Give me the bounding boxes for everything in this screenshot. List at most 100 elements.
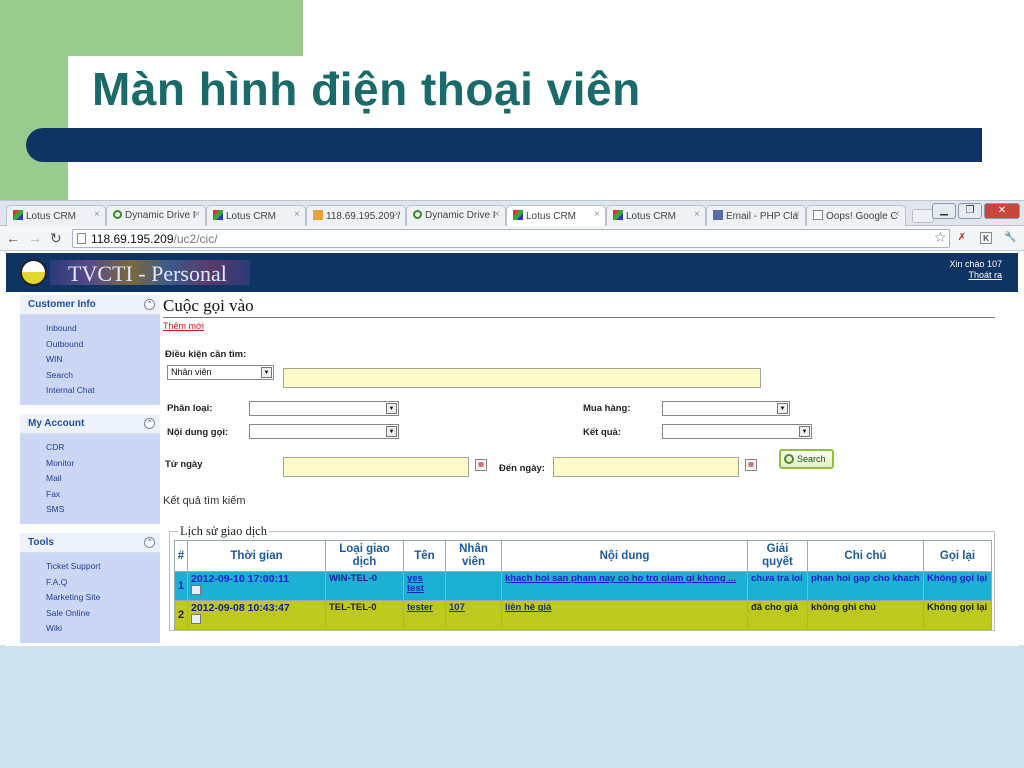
collapse-icon[interactable]: ⌃ — [144, 537, 155, 548]
sidebar-item-faq[interactable]: F.A.Q — [46, 575, 160, 591]
sidebar-item-marketing-site[interactable]: Marketing Site — [46, 590, 160, 606]
row-staff-link[interactable]: 107 — [449, 602, 465, 613]
sidebar-menu: Ticket Support F.A.Q Marketing Site Sale… — [20, 553, 160, 643]
sidebar-header-tools[interactable]: Tools ⌃ — [20, 533, 160, 553]
result-select[interactable]: ▼ — [662, 424, 812, 439]
browser-tab-4[interactable]: 118.69.195.209 /× — [306, 205, 406, 226]
browser-tab-5[interactable]: Dynamic Drive I × — [406, 205, 506, 226]
row-name-link[interactable]: yes test — [407, 573, 424, 594]
title-divider — [163, 317, 995, 318]
sidebar-item-win[interactable]: WIN — [46, 352, 160, 368]
browser-tab-9[interactable]: Oops! Google C × — [806, 205, 906, 226]
collapse-icon[interactable]: ⌃ — [144, 418, 155, 429]
tab-label: Lotus CRM — [26, 211, 77, 222]
slide-deco-green-left — [0, 0, 68, 200]
purchase-select[interactable]: ▼ — [662, 401, 790, 416]
close-icon[interactable]: × — [294, 209, 300, 220]
browser-tab-1[interactable]: Lotus CRM × — [6, 205, 106, 226]
slide-bottom-band — [0, 645, 1024, 768]
back-icon[interactable]: ← — [6, 230, 20, 246]
sidebar-header-customer-info[interactable]: Customer Info ⌃ — [20, 295, 160, 315]
search-keyword-input[interactable] — [283, 368, 761, 388]
from-date-input[interactable] — [283, 457, 469, 477]
category-select[interactable]: ▼ — [249, 401, 399, 416]
sidebar-menu: CDR Monitor Mail Fax SMS — [20, 434, 160, 524]
table-row[interactable]: 1 2012-09-10 17:00:11 WIN-TEL-0 yes test… — [174, 571, 992, 601]
close-icon[interactable]: × — [894, 209, 900, 220]
row-time: 2012-09-08 10:43:47 — [191, 602, 290, 614]
browser-tab-6-active[interactable]: Lotus CRM × — [506, 205, 606, 227]
sidebar-item-search[interactable]: Search — [46, 368, 160, 384]
php-icon — [713, 210, 723, 220]
sidebar-item-cdr[interactable]: CDR — [46, 440, 160, 456]
sidebar-header-my-account[interactable]: My Account ⌃ — [20, 414, 160, 434]
extension-icon-2[interactable]: K — [980, 232, 992, 244]
sidebar-item-mail[interactable]: Mail — [46, 471, 160, 487]
logout-link[interactable]: Thoát ra — [949, 270, 1002, 281]
lotus-icon — [613, 210, 623, 220]
table-row[interactable]: 2 2012-09-08 10:43:47 TEL-TEL-0 tester 1… — [174, 600, 992, 630]
history-table: # Thời gian Loại giao dịch Tên Nhân viên… — [174, 540, 992, 630]
sidebar-section-my-account: My Account ⌃ CDR Monitor Mail Fax SMS — [20, 414, 160, 524]
call-content-select[interactable]: ▼ — [249, 424, 399, 439]
reload-icon[interactable]: ↻ — [50, 230, 62, 247]
browser-tab-7[interactable]: Lotus CRM × — [606, 205, 706, 226]
sidebar-item-ticket-support[interactable]: Ticket Support — [46, 559, 160, 575]
extension-icon[interactable]: ✗ — [956, 232, 968, 244]
search-button[interactable]: Search — [779, 449, 834, 469]
url-field[interactable]: 118.69.195.209/uc2/cic/ — [72, 229, 950, 248]
to-date-input[interactable] — [553, 457, 739, 477]
browser-window: Lotus CRM × Dynamic Drive I × Lotus CRM × 1… — [0, 200, 1024, 646]
sidebar-item-outbound[interactable]: Outbound — [46, 337, 160, 353]
row-name-link[interactable]: tester — [407, 602, 433, 613]
calendar-icon[interactable]: ▦ — [475, 459, 487, 471]
close-icon[interactable]: × — [494, 209, 500, 220]
row-callback: Không gọi lại — [923, 571, 992, 601]
close-icon[interactable]: × — [594, 209, 600, 220]
column-header: Gọi lại — [923, 540, 992, 572]
row-content-link[interactable]: khach hoi san pham nay co ho tro giam gi… — [505, 573, 736, 584]
row-time: 2012-09-10 17:00:11 — [191, 573, 290, 585]
new-tab-button[interactable] — [912, 209, 934, 223]
tab-label: Lotus CRM — [526, 211, 577, 222]
close-window-button[interactable]: ✕ — [984, 203, 1020, 219]
collapse-icon[interactable]: ⌃ — [144, 299, 155, 310]
column-header: Chi chú — [807, 540, 924, 572]
close-icon[interactable]: × — [194, 209, 200, 220]
sidebar-item-inbound[interactable]: Inbound — [46, 321, 160, 337]
row-content-link[interactable]: liên hê giá — [505, 602, 551, 613]
dd-icon — [413, 210, 422, 219]
image-icon[interactable] — [191, 585, 201, 595]
close-icon[interactable]: × — [794, 209, 800, 220]
browser-tab-3[interactable]: Lotus CRM × — [206, 205, 306, 226]
sidebar-item-fax[interactable]: Fax — [46, 487, 160, 503]
sidebar-item-sale-online[interactable]: Sale Online — [46, 606, 160, 622]
wrench-icon[interactable]: 🔧 — [1004, 232, 1016, 244]
browser-tab-2[interactable]: Dynamic Drive I × — [106, 205, 206, 226]
sidebar-item-internal-chat[interactable]: Internal Chat — [46, 383, 160, 399]
dd-icon — [113, 210, 122, 219]
chevron-down-icon: ▼ — [777, 403, 788, 414]
search-field-select[interactable]: Nhân viên ▼ — [167, 365, 274, 380]
minimize-button[interactable]: ▁ — [932, 203, 956, 219]
lotus-icon — [213, 210, 223, 220]
add-new-link[interactable]: Thêm mới — [163, 321, 204, 331]
bookmark-star-icon[interactable]: ☆ — [934, 229, 947, 246]
sidebar-item-sms[interactable]: SMS — [46, 502, 160, 518]
close-icon[interactable]: × — [694, 209, 700, 220]
search-icon — [784, 454, 794, 464]
tab-label: Lotus CRM — [226, 211, 277, 222]
row-number: 1 — [174, 571, 188, 601]
maximize-button[interactable]: ❐ — [958, 203, 982, 219]
calendar-icon[interactable]: ▦ — [745, 459, 757, 471]
close-icon[interactable]: × — [394, 209, 400, 220]
slide-deco-bar — [26, 128, 982, 162]
chevron-down-icon: ▼ — [799, 426, 810, 437]
image-icon[interactable] — [191, 614, 201, 624]
web-page: TVCTI - Personal Xin chào 107 Thoát ra C… — [6, 253, 1018, 646]
browser-tab-8[interactable]: Email - PHP Cla × — [706, 205, 806, 226]
forward-icon[interactable]: → — [28, 230, 42, 246]
close-icon[interactable]: × — [94, 209, 100, 220]
sidebar-item-monitor[interactable]: Monitor — [46, 456, 160, 472]
sidebar-item-wiki[interactable]: Wiki — [46, 621, 160, 637]
